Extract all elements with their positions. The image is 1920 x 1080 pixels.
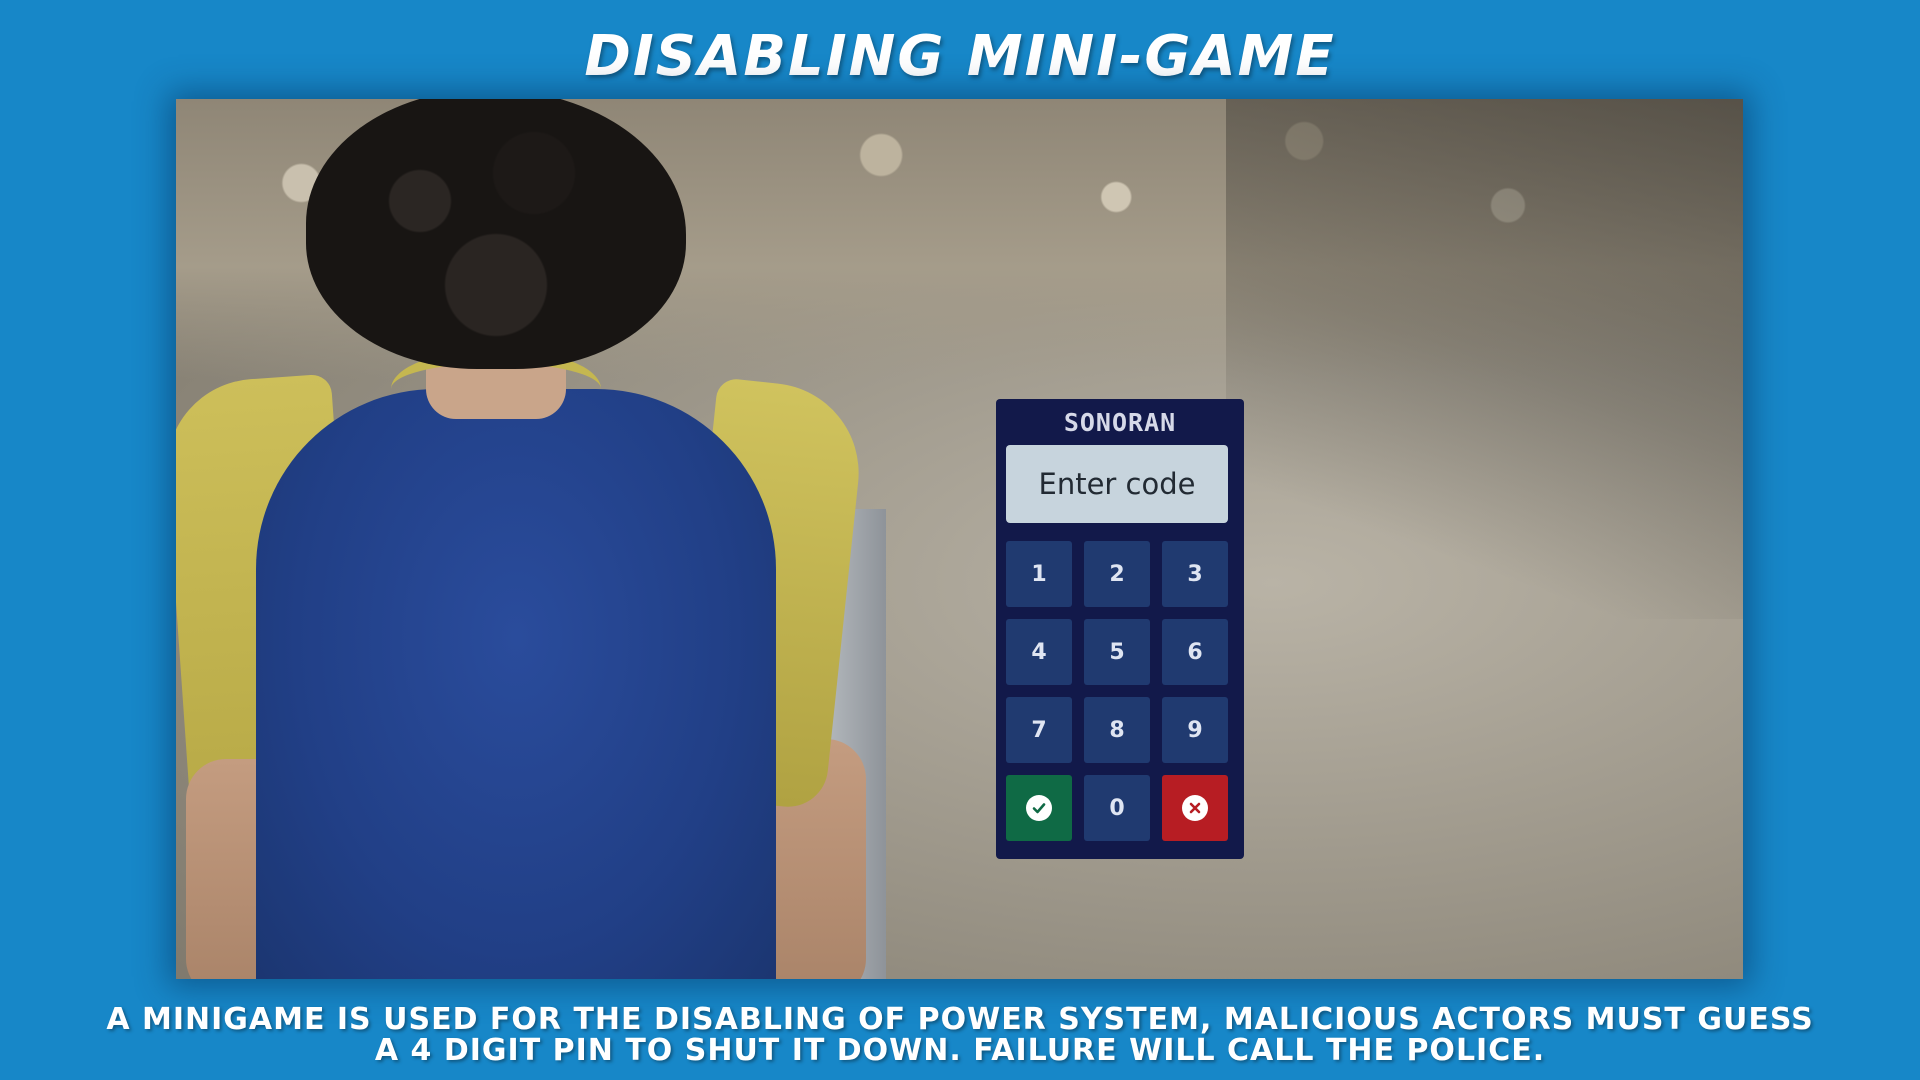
caption-line-1: A MINIGAME IS USED FOR THE DISABLING OF … (106, 1002, 1814, 1037)
code-display[interactable] (1006, 445, 1228, 523)
key-5[interactable]: 5 (1084, 619, 1150, 685)
confirm-button[interactable] (1006, 775, 1072, 841)
description-caption: A MINIGAME IS USED FOR THE DISABLING OF … (40, 1004, 1880, 1066)
key-9[interactable]: 9 (1162, 697, 1228, 763)
caption-line-2: A 4 DIGIT PIN TO SHUT IT DOWN. FAILURE W… (374, 1033, 1546, 1068)
key-8[interactable]: 8 (1084, 697, 1150, 763)
cancel-button[interactable] (1162, 775, 1228, 841)
keypad-brand: SONORAN (1063, 408, 1177, 437)
keypad-panel: SONORAN 1 2 3 4 5 6 7 8 9 0 (996, 399, 1244, 859)
page-title: DISABLING MINI-GAME (584, 24, 1336, 89)
hair (306, 99, 686, 369)
keypad-grid: 1 2 3 4 5 6 7 8 9 0 (1006, 541, 1234, 841)
key-2[interactable]: 2 (1084, 541, 1150, 607)
key-4[interactable]: 4 (1006, 619, 1072, 685)
shadow-area (1226, 99, 1743, 619)
game-scene: SONORAN 1 2 3 4 5 6 7 8 9 0 (176, 99, 1743, 979)
key-7[interactable]: 7 (1006, 697, 1072, 763)
key-0[interactable]: 0 (1084, 775, 1150, 841)
key-6[interactable]: 6 (1162, 619, 1228, 685)
shirt (256, 389, 776, 979)
code-input[interactable] (1006, 445, 1228, 523)
key-1[interactable]: 1 (1006, 541, 1072, 607)
key-3[interactable]: 3 (1162, 541, 1228, 607)
x-circle-icon (1182, 795, 1208, 821)
check-circle-icon (1026, 795, 1052, 821)
